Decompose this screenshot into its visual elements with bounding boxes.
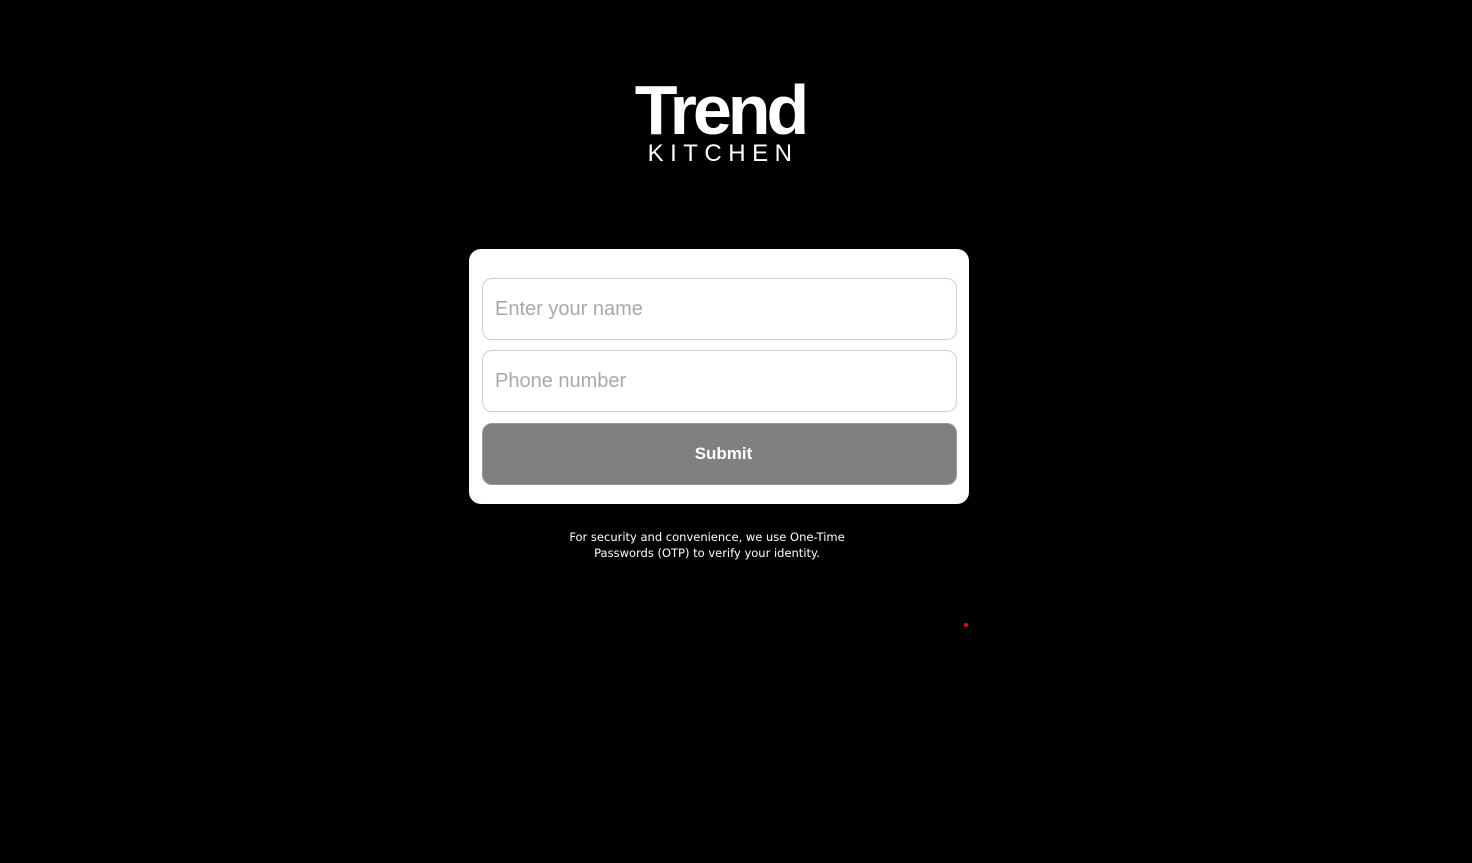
phone-input[interactable] (482, 350, 957, 412)
brand-logo: Trend KITCHEN (630, 71, 810, 168)
brand-name: Trend (634, 71, 810, 149)
otp-notice: For security and convenience, we use One… (569, 530, 845, 560)
submit-button[interactable]: Submit (482, 423, 957, 485)
name-input[interactable] (482, 278, 957, 340)
indicator-dot (964, 623, 968, 627)
brand-subtitle: KITCHEN (647, 140, 799, 167)
login-card: Submit (469, 249, 969, 504)
